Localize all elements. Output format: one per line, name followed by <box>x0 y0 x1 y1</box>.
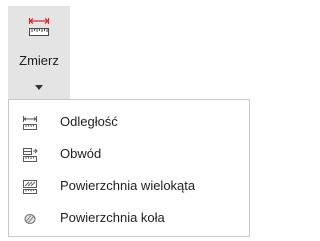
measure-menu: Odległość Obwód Powierzchnia wielokąta P… <box>8 99 250 237</box>
ruler-measure-icon <box>28 18 50 36</box>
menu-item-distance-label: Odległość <box>60 114 118 129</box>
polygon-area-icon <box>23 180 37 194</box>
measure-button-label: Zmierz <box>19 53 59 68</box>
measure-dropdown-widget: Zmierz Odległość Obwód Powierzchnia wiel… <box>0 0 256 241</box>
chevron-down-icon[interactable] <box>35 85 43 90</box>
menu-item-distance[interactable]: Odległość <box>9 110 249 136</box>
menu-item-perimeter[interactable]: Obwód <box>9 142 249 168</box>
measure-button[interactable]: Zmierz <box>8 6 70 99</box>
perimeter-icon <box>23 148 38 162</box>
menu-item-perimeter-label: Obwód <box>60 146 102 161</box>
menu-item-polygon-area-label: Powierzchnia wielokąta <box>60 178 196 193</box>
menu-item-circle-area-label: Powierzchnia koła <box>60 210 165 225</box>
menu-item-circle-area[interactable]: Powierzchnia koła <box>9 206 249 232</box>
menu-item-polygon-area[interactable]: Powierzchnia wielokąta <box>9 174 249 200</box>
circle-area-icon <box>24 214 36 224</box>
distance-icon <box>23 116 37 130</box>
